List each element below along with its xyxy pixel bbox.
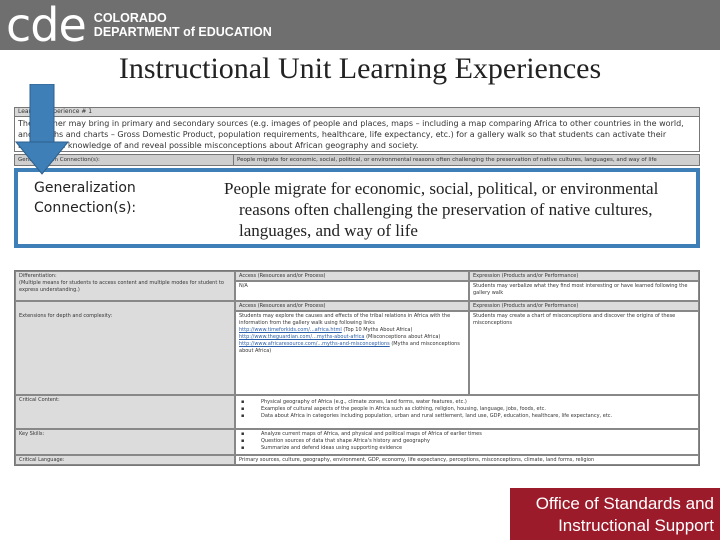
differentiation-label: Differentiation:: [19, 273, 57, 279]
key-skill-item: Analyze current maps of Africa, and phys…: [239, 431, 695, 438]
callout-label: Generalization Connection(s):: [34, 178, 136, 218]
critical-language-label: Critical Language:: [15, 455, 235, 465]
logo-org-line2: DEPARTMENT of EDUCATION: [93, 25, 272, 39]
learning-experience-table: Differentiation: (Multiple means for stu…: [14, 270, 700, 466]
resource-link-2[interactable]: http://www.theguardian.com/...myths-abou…: [239, 334, 365, 340]
key-skill-item: Question sources of data that shape Afri…: [239, 438, 695, 445]
access-value-2-text: Students may explore the causes and effe…: [239, 313, 451, 326]
extensions-label: Extensions for depth and complexity:: [19, 313, 113, 319]
access-header-1: Access (Resources and/or Process): [235, 271, 469, 281]
cell-divider: [233, 155, 234, 165]
generalization-small-text: People migrate for economic, social, pol…: [237, 157, 657, 163]
logo-mark: cde: [6, 0, 87, 52]
resource-link-3[interactable]: http://www.africaresource.com/...myths-a…: [239, 341, 390, 347]
logo-org-line1: COLORADO: [93, 11, 167, 25]
access-value-1: N/A: [235, 281, 469, 301]
callout-text-line1: People migrate for economic, social, pol…: [224, 179, 659, 198]
critical-content-list: Physical geography of Africa (e.g., clim…: [235, 395, 699, 429]
generalization-row-small: Generalization Connection(s): People mig…: [14, 154, 700, 166]
resource-link-1-note: (Top 10 Myths About Africa): [343, 327, 413, 333]
resource-link-1[interactable]: http://www.timeforkids.com/...africa.htm…: [239, 327, 342, 333]
callout-text-line3: languages, and way of life: [239, 221, 418, 240]
resource-link-2-note: (Misconceptions about Africa): [366, 334, 441, 340]
learning-experience-label: Learning Experience # 1: [14, 107, 700, 117]
callout-text: People migrate for economic, social, pol…: [224, 178, 694, 241]
critical-content-item: Data about Africa in categories includin…: [239, 413, 695, 420]
cde-logo: cde COLORADO DEPARTMENT of EDUCATION: [6, 2, 272, 48]
footer-line1: Office of Standards and: [535, 494, 714, 513]
key-skills-list: Analyze current maps of Africa, and phys…: [235, 429, 699, 455]
callout-text-line2: reasons often challenging the preservati…: [239, 200, 653, 219]
critical-language-text: Primary sources, culture, geography, env…: [235, 455, 699, 465]
expression-header-2: Expression (Products and/or Performance): [469, 301, 699, 311]
learning-experience-text: The teacher may bring in primary and sec…: [14, 117, 700, 152]
critical-content-item: Physical geography of Africa (e.g., clim…: [239, 399, 695, 406]
access-value-2: Students may explore the causes and effe…: [235, 311, 469, 395]
critical-content-label: Critical Content:: [15, 395, 235, 429]
office-footer: Office of Standards and Instructional Su…: [510, 488, 720, 540]
key-skill-item: Summarize and defend ideas using support…: [239, 445, 695, 452]
footer-line2: Instructional Support: [558, 516, 714, 535]
down-arrow-icon: [14, 84, 70, 175]
logo-text: COLORADO DEPARTMENT of EDUCATION: [94, 11, 272, 39]
extensions-cell: Extensions for depth and complexity:: [15, 301, 235, 395]
access-header-2: Access (Resources and/or Process): [235, 301, 469, 311]
key-skills-label: Key Skills:: [15, 429, 235, 455]
header-banner: cde COLORADO DEPARTMENT of EDUCATION: [0, 0, 720, 50]
critical-content-item: Examples of cultural aspects of the peop…: [239, 406, 695, 413]
expression-value-1: Students may verbalize what they find mo…: [469, 281, 699, 301]
callout-label-line2: Connection(s):: [34, 200, 137, 216]
callout-label-line1: Generalization: [34, 180, 136, 196]
expression-header-1: Expression (Products and/or Performance): [469, 271, 699, 281]
differentiation-cell: Differentiation: (Multiple means for stu…: [15, 271, 235, 301]
expression-value-2: Students may create a chart of misconcep…: [469, 311, 699, 395]
slide-title: Instructional Unit Learning Experiences: [118, 52, 602, 85]
differentiation-text: (Multiple means for students to access c…: [19, 280, 224, 293]
